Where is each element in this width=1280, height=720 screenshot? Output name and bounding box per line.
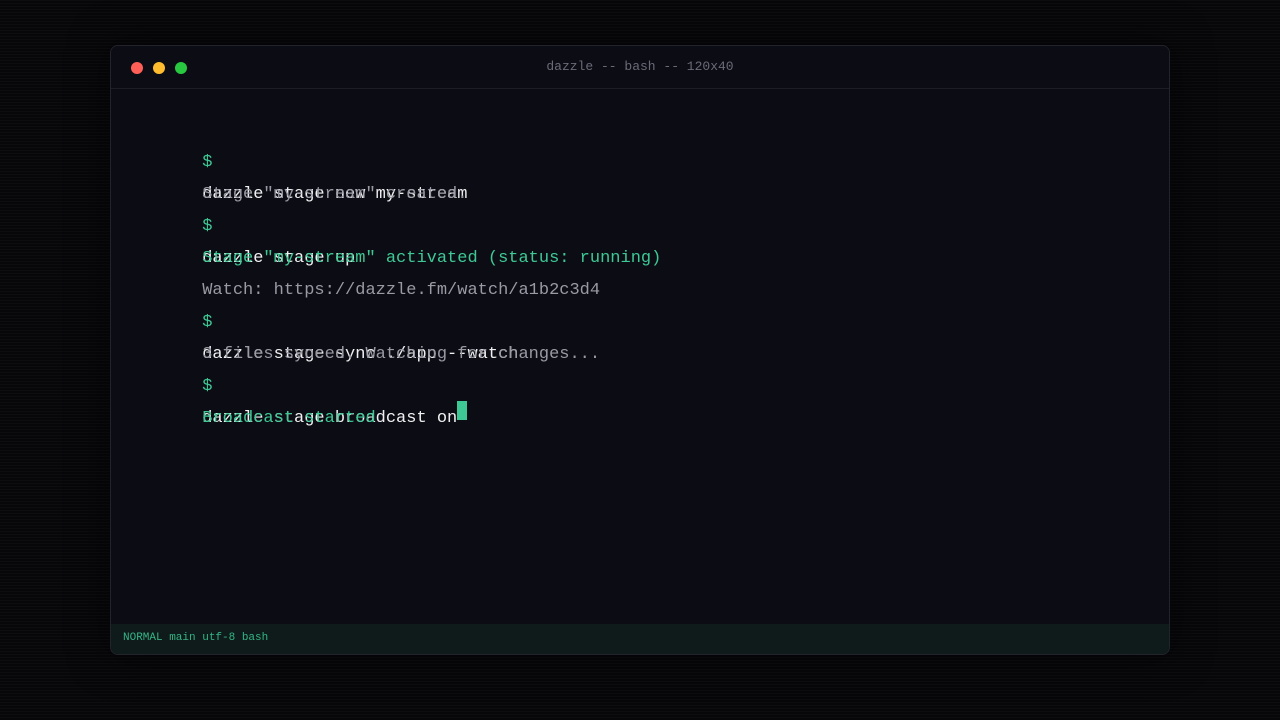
text-cursor [457,401,468,420]
terminal-line-output: Stage "my-stream" created. [141,147,1149,204]
watch-url-text: Watch: https://dazzle.fm/watch/a1b2c3d4 [202,281,601,300]
terminal-line-command: $ dazzle stage new my-stream [141,115,1149,204]
prompt-symbol: $ [202,377,223,396]
terminal-line-success: Stage "my-stream" activated (status: run… [141,211,1149,268]
prompt-symbol: $ [202,313,223,332]
output-text: 3 files synced. Watching for changes... [202,345,601,364]
terminal-line-success: Broadcast started [141,371,1149,428]
success-text: Stage "my-stream" activated (status: run… [202,249,662,268]
status-bar: NORMAL main utf-8 bash [111,624,1169,654]
window-title: dazzle -- bash -- 120x40 [546,59,734,74]
status-bar-text: NORMAL main utf-8 bash [123,632,269,644]
output-text: Stage "my-stream" created. [202,185,468,204]
terminal-window: dazzle -- bash -- 120x40 $ dazzle stage … [110,45,1170,655]
success-text: Broadcast started [202,409,376,428]
terminal-output[interactable]: $ dazzle stage new my-stream Stage "my-s… [141,115,1149,428]
title-bar[interactable]: dazzle -- bash -- 120x40 [111,46,1169,89]
prompt-symbol: $ [202,153,223,172]
terminal-line-output: 3 files synced. Watching for changes... [141,307,1149,364]
prompt-symbol: $ [202,217,223,236]
